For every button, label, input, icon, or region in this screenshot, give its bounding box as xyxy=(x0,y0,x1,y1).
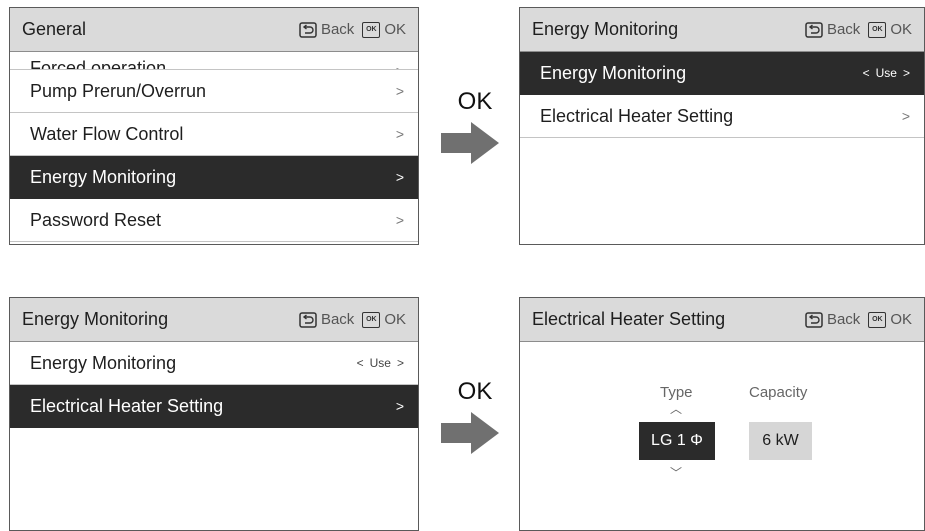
menu-item-password-reset[interactable]: Password Reset > xyxy=(10,199,418,242)
right-arrow-icon xyxy=(441,122,499,164)
chevron-left-icon[interactable]: < xyxy=(357,356,364,370)
chevron-right-icon: > xyxy=(395,212,404,228)
chevron-right-icon: > xyxy=(395,126,404,142)
capacity-value-selector[interactable]: 6 kW xyxy=(749,422,812,460)
type-value: LG 1 Φ xyxy=(651,432,703,449)
electrical-heater-setting-screen: Electrical Heater Setting Back OK OK Typ… xyxy=(519,297,925,531)
back-icon[interactable] xyxy=(805,311,823,328)
back-icon[interactable] xyxy=(299,311,317,328)
screen-header: Energy Monitoring Back OK OK xyxy=(520,8,924,52)
back-button[interactable]: Back xyxy=(827,311,860,328)
back-button[interactable]: Back xyxy=(321,311,354,328)
general-menu-screen: General Back OK OK Forced operation > Pu… xyxy=(9,7,419,245)
back-icon[interactable] xyxy=(805,21,823,38)
menu-item-label: Electrical Heater Setting xyxy=(30,395,224,416)
screen-title: Electrical Heater Setting xyxy=(532,309,726,329)
menu-item-label: Password Reset xyxy=(30,209,162,230)
heater-setting-area: Type Capacity ︿ LG 1 Φ ﹀ 6 kW xyxy=(520,342,924,530)
value-switcher[interactable]: < Use > xyxy=(863,66,910,80)
ok-button[interactable]: OK xyxy=(384,21,406,38)
menu-item-energy-monitoring[interactable]: Energy Monitoring < Use > xyxy=(10,342,418,385)
screen-header: Electrical Heater Setting Back OK OK xyxy=(520,298,924,342)
menu-item-label: Water Flow Control xyxy=(30,123,184,144)
chevron-right-icon[interactable]: > xyxy=(903,66,910,80)
switch-value: Use xyxy=(875,66,897,80)
chevron-down-icon[interactable]: ﹀ xyxy=(670,464,682,481)
menu-item-forced-operation[interactable]: Forced operation > xyxy=(10,52,418,70)
chevron-right-icon: > xyxy=(395,169,404,185)
chevron-right-icon: > xyxy=(395,398,404,414)
ok-icon[interactable]: OK xyxy=(868,21,887,38)
chevron-left-icon[interactable]: < xyxy=(863,66,870,80)
switch-value: Use xyxy=(369,356,391,370)
menu-list: Forced operation > Pump Prerun/Overrun >… xyxy=(10,52,418,242)
menu-item-energy-monitoring[interactable]: Energy Monitoring > xyxy=(10,156,418,199)
header-nav: Back OK OK xyxy=(299,311,406,328)
menu-item-label: Energy Monitoring xyxy=(540,62,687,83)
back-icon[interactable] xyxy=(299,21,317,38)
energy-monitoring-screen: Energy Monitoring Back OK OK Energy Moni… xyxy=(519,7,925,245)
header-nav: Back OK OK xyxy=(805,21,912,38)
menu-item-label: Electrical Heater Setting xyxy=(540,105,734,126)
menu-item-water-flow-control[interactable]: Water Flow Control > xyxy=(10,113,418,156)
chevron-right-icon: > xyxy=(396,63,404,69)
capacity-value: 6 kW xyxy=(762,432,799,449)
menu-item-label: Energy Monitoring xyxy=(30,166,177,187)
arrow-ok-label: OK xyxy=(457,88,493,115)
menu-item-pump-prerun-overrun[interactable]: Pump Prerun/Overrun > xyxy=(10,70,418,113)
type-column-label: Type xyxy=(660,384,693,401)
header-nav: Back OK OK xyxy=(299,21,406,38)
menu-item-electrical-heater-setting[interactable]: Electrical Heater Setting > xyxy=(10,385,418,428)
screen-header: Energy Monitoring Back OK OK xyxy=(10,298,418,342)
type-value-selector[interactable]: LG 1 Φ xyxy=(639,422,715,460)
ok-button[interactable]: OK xyxy=(890,21,912,38)
screen-title: Energy Monitoring xyxy=(22,309,169,329)
menu-item-electrical-heater-setting[interactable]: Electrical Heater Setting > xyxy=(520,95,924,138)
menu-list: Energy Monitoring < Use > Electrical Hea… xyxy=(520,52,924,138)
ok-button[interactable]: OK xyxy=(890,311,912,328)
back-button[interactable]: Back xyxy=(827,21,860,38)
ok-icon[interactable]: OK xyxy=(362,311,381,328)
screen-title: Energy Monitoring xyxy=(532,19,679,39)
value-switcher[interactable]: < Use > xyxy=(357,356,404,370)
arrow-ok-label: OK xyxy=(457,378,493,405)
menu-item-label: Energy Monitoring xyxy=(30,352,177,373)
ok-button[interactable]: OK xyxy=(384,311,406,328)
chevron-right-icon[interactable]: > xyxy=(397,356,404,370)
chevron-right-icon: > xyxy=(395,83,404,99)
energy-monitoring-screen: Energy Monitoring Back OK OK Energy Moni… xyxy=(9,297,419,531)
menu-item-energy-monitoring[interactable]: Energy Monitoring < Use > xyxy=(520,52,924,95)
ok-icon[interactable]: OK xyxy=(362,21,381,38)
chevron-right-icon: > xyxy=(901,108,910,124)
ok-icon[interactable]: OK xyxy=(868,311,887,328)
menu-item-label: Pump Prerun/Overrun xyxy=(30,80,207,101)
menu-list: Energy Monitoring < Use > Electrical Hea… xyxy=(10,342,418,428)
menu-item-label: Forced operation xyxy=(30,58,167,70)
screen-title: General xyxy=(22,19,87,39)
capacity-column-label: Capacity xyxy=(749,384,808,401)
chevron-up-icon[interactable]: ︿ xyxy=(670,400,682,417)
back-button[interactable]: Back xyxy=(321,21,354,38)
right-arrow-icon xyxy=(441,412,499,454)
screen-header: General Back OK OK xyxy=(10,8,418,52)
header-nav: Back OK OK xyxy=(805,311,912,328)
